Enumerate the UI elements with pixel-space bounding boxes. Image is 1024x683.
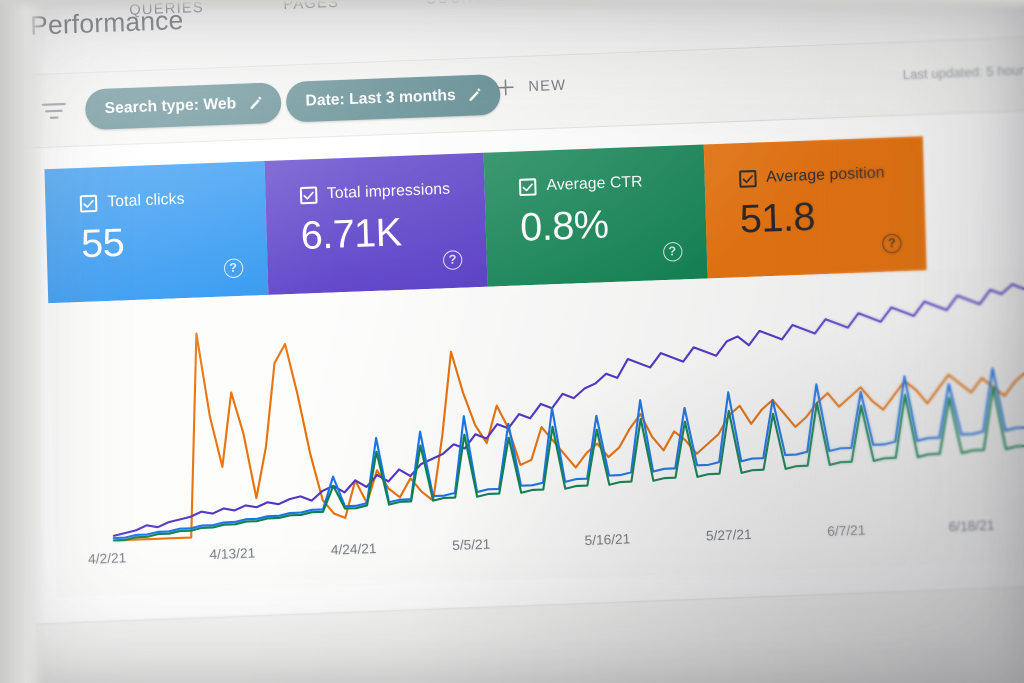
x-axis-tick-label: 6/18/21 xyxy=(948,517,995,535)
metric-card-average-position[interactable]: Average position 51.8 ? xyxy=(703,136,927,279)
help-icon[interactable]: ? xyxy=(662,241,683,262)
metric-card-header: Total impressions xyxy=(299,179,485,204)
checkbox-icon[interactable] xyxy=(738,169,757,188)
metric-card-header: Average position xyxy=(738,163,924,188)
help-icon[interactable]: ? xyxy=(442,250,463,271)
new-filter-button[interactable]: NEW xyxy=(496,76,567,98)
new-filter-label: NEW xyxy=(528,77,567,95)
metric-label: Total clicks xyxy=(107,190,185,211)
metric-label: Total impressions xyxy=(326,180,451,203)
metric-value: 51.8 xyxy=(739,195,816,242)
chart-series-average-ctr xyxy=(112,333,1024,542)
x-axis-tick-label: 4/13/21 xyxy=(209,545,256,563)
x-axis-tick-label: 5/27/21 xyxy=(705,526,752,544)
metric-card-average-ctr[interactable]: Average CTR 0.8% ? xyxy=(483,144,708,287)
search-console-screen: Performance Search type: Web Date: Last … xyxy=(0,0,1024,683)
metric-card-header: Total clicks xyxy=(79,187,266,213)
chart-plot-area xyxy=(112,272,1024,542)
filter-chip-label: Date: Last 3 months xyxy=(305,86,456,110)
x-axis-tick-label: 4/24/21 xyxy=(330,540,377,558)
monitor-photo: Performance Search type: Web Date: Last … xyxy=(0,0,1024,683)
help-icon[interactable]: ? xyxy=(223,258,244,279)
metric-label: Average CTR xyxy=(546,173,643,195)
metric-label: Average position xyxy=(765,164,885,186)
chart-series-total-clicks xyxy=(112,282,1024,540)
metric-value: 0.8% xyxy=(519,202,610,250)
pencil-icon[interactable] xyxy=(467,87,484,104)
metric-card-total-impressions[interactable]: Total impressions 6.71K ? xyxy=(264,152,488,295)
checkbox-icon[interactable] xyxy=(518,177,537,196)
filter-chip-date[interactable]: Date: Last 3 months xyxy=(285,73,501,123)
metric-value: 55 xyxy=(80,221,125,267)
filter-chip-label: Search type: Web xyxy=(104,95,237,118)
metric-card-total-clicks[interactable]: Total clicks 55 ? xyxy=(44,161,268,304)
dimension-tab-queries[interactable]: QUERIES xyxy=(129,0,204,19)
x-axis-tick-label: 5/16/21 xyxy=(584,531,631,549)
metric-card-header: Average CTR xyxy=(518,171,705,196)
x-axis-tick-label: 4/2/21 xyxy=(87,550,127,567)
checkbox-icon[interactable] xyxy=(79,194,98,213)
plus-icon xyxy=(497,79,514,96)
x-axis-tick-label: 5/5/21 xyxy=(451,536,491,554)
x-axis-tick-label: 6/7/21 xyxy=(827,522,866,540)
metric-value: 6.71K xyxy=(300,210,403,259)
dimension-tab-pages[interactable]: PAGES xyxy=(283,0,339,13)
pencil-icon[interactable] xyxy=(247,95,264,112)
checkbox-icon[interactable] xyxy=(299,185,318,204)
filter-icon[interactable] xyxy=(40,99,67,122)
help-icon[interactable]: ? xyxy=(881,233,902,254)
filter-chip-search-type[interactable]: Search type: Web xyxy=(84,82,282,131)
performance-chart[interactable]: 4/2/21 4/13/21 4/24/21 5/5/21 5/16/21 5/27/21… xyxy=(48,263,1024,598)
dimension-tab-bar xyxy=(35,583,1024,683)
